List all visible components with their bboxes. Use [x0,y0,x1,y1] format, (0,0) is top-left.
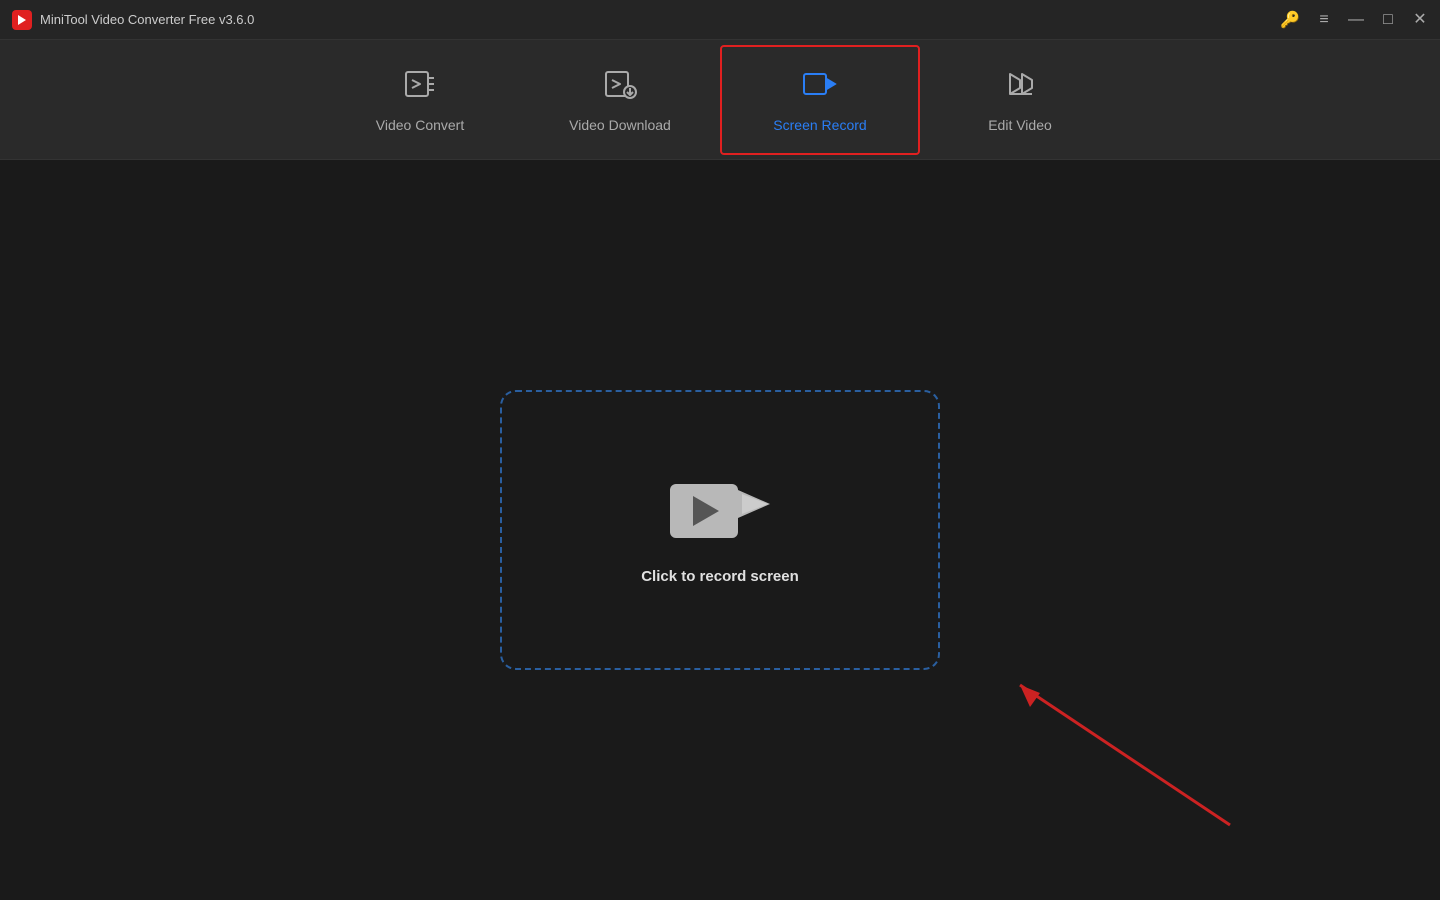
tab-video-convert[interactable]: Video Convert [320,45,520,155]
video-convert-label: Video Convert [376,117,464,133]
menu-button[interactable]: ≡ [1316,12,1332,28]
minimize-button[interactable]: — [1348,12,1364,28]
screen-record-icon [802,66,838,107]
tab-edit-video[interactable]: Edit Video [920,45,1120,155]
screen-record-label: Screen Record [773,117,866,133]
camera-record-icon [670,476,770,548]
key-icon: 🔑 [1280,10,1300,30]
nav-bar: Video Convert Video Download Screen Reco… [0,40,1440,160]
record-area[interactable]: Click to record screen [500,390,940,670]
video-convert-icon [402,66,438,107]
record-prompt-label: Click to record screen [641,568,799,585]
video-download-label: Video Download [569,117,671,133]
arrow-annotation [960,635,1240,840]
edit-video-icon [1002,66,1038,107]
title-bar: MiniTool Video Converter Free v3.6.0 🔑 ≡… [0,0,1440,40]
edit-video-label: Edit Video [988,117,1052,133]
maximize-button[interactable]: □ [1380,12,1396,28]
app-title: MiniTool Video Converter Free v3.6.0 [40,12,254,27]
tab-screen-record[interactable]: Screen Record [720,45,920,155]
title-bar-left: MiniTool Video Converter Free v3.6.0 [12,10,254,30]
tab-video-download[interactable]: Video Download [520,45,720,155]
app-logo [12,10,32,30]
title-bar-right: 🔑 ≡ — □ ✕ [1280,10,1428,30]
close-button[interactable]: ✕ [1412,12,1428,28]
main-content: Click to record screen [0,160,1440,900]
video-download-icon [602,66,638,107]
